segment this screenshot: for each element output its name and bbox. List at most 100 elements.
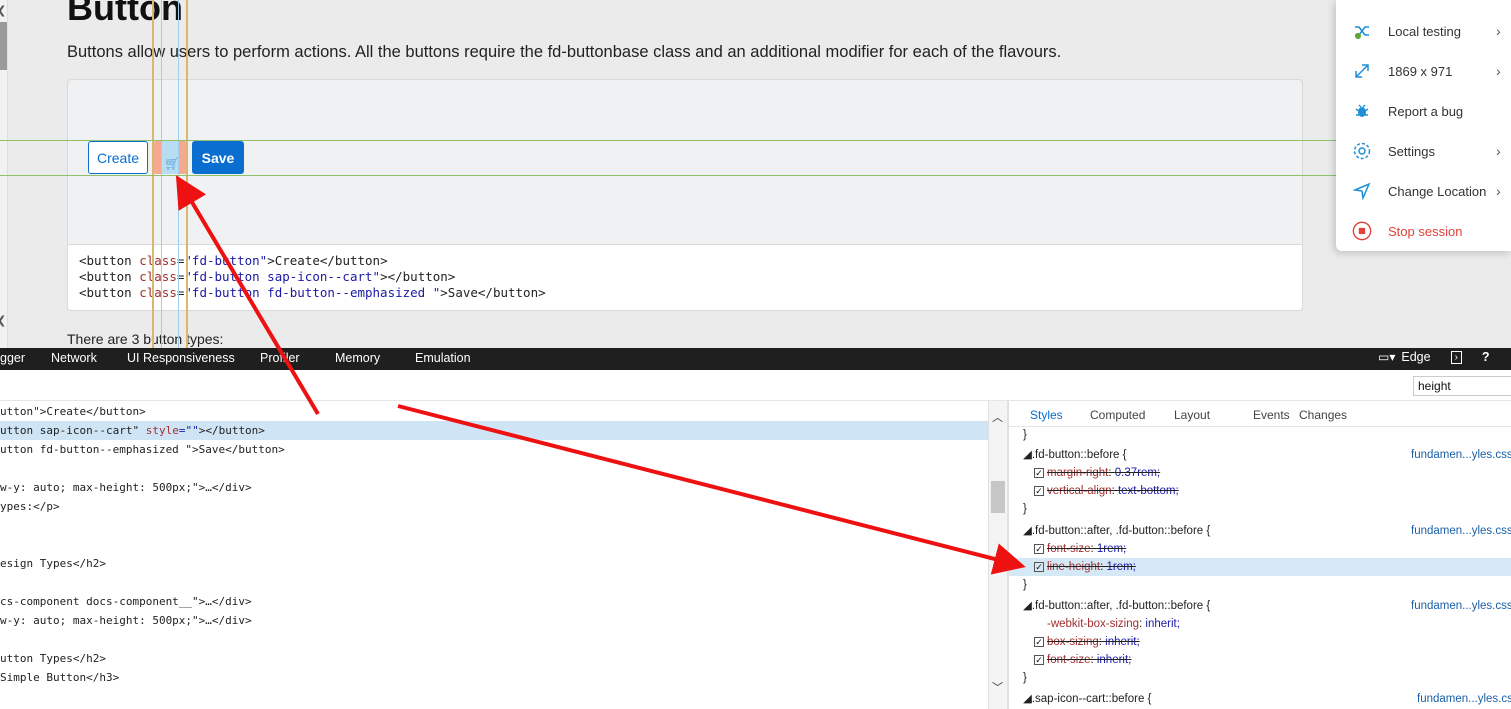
style-rule-line[interactable]: ✓ font-size: inherit; xyxy=(1009,651,1511,669)
style-rule-line[interactable]: ◢.fd-button::after, .fd-button::before {… xyxy=(1009,597,1511,615)
page-description: Buttons allow users to perform actions. … xyxy=(67,43,1062,61)
style-rule-line[interactable]: ✓ box-sizing: inherit; xyxy=(1009,633,1511,651)
tab-events[interactable]: Events xyxy=(1253,408,1290,422)
stylesheet-link[interactable]: fundamen...yles.css xyxy=(1411,522,1511,540)
tab-changes[interactable]: Changes xyxy=(1299,408,1347,422)
dom-text: Simple Button</h3> xyxy=(0,671,120,684)
dom-node-line[interactable]: cs-component docs-component__">…</div> xyxy=(0,592,988,611)
dom-node-line[interactable]: ypes:</p> xyxy=(0,497,988,516)
css-property-name: font-size xyxy=(1047,543,1091,555)
css-property-name: -webkit-box-sizing xyxy=(1047,618,1140,630)
rule-selector: ◢.fd-button::after, .fd-button::before { xyxy=(1023,600,1211,612)
menu-item-report-a-bug[interactable]: Report a bug xyxy=(1336,91,1511,131)
stylesheet-link[interactable]: fundamen...yles.css xyxy=(1411,597,1511,615)
menu-item-label: Settings xyxy=(1388,143,1435,159)
inspector-guide xyxy=(0,140,1340,141)
menu-item-1869-x-971[interactable]: 1869 x 971 › xyxy=(1336,51,1511,91)
left-scroll-strip[interactable]: ❮ ❮ xyxy=(0,0,8,348)
code-value: "fd-button fd-button--emphasized " xyxy=(184,285,441,300)
property-checkbox[interactable]: ✓ xyxy=(1034,562,1044,572)
rule-close-brace: } xyxy=(1023,579,1027,591)
tab-profiler[interactable]: Profiler xyxy=(260,351,300,365)
dom-node-line[interactable]: utton sap-icon--cart" style=""></button> xyxy=(0,421,988,440)
chevron-up-icon[interactable]: ︿ xyxy=(992,409,1003,425)
rule-selector: ◢.fd-button::after, .fd-button::before { xyxy=(1023,525,1211,537)
menu-item-label: Local testing xyxy=(1388,23,1461,39)
css-property-value: inherit; xyxy=(1096,654,1132,666)
shuffle-icon xyxy=(1352,21,1372,41)
cart-button[interactable]: 🛒︎ xyxy=(153,141,187,174)
search-input[interactable] xyxy=(1413,376,1511,396)
style-rule-line[interactable]: -webkit-box-sizing: inherit; xyxy=(1009,615,1511,633)
gear-icon xyxy=(1352,141,1372,161)
tab-debugger[interactable]: gger xyxy=(0,351,25,365)
tab-computed[interactable]: Computed xyxy=(1090,408,1145,422)
dom-node-line[interactable]: utton">Create</button> xyxy=(0,402,988,421)
style-rule-line[interactable]: ✓ font-size: 1rem; xyxy=(1009,540,1511,558)
property-checkbox[interactable]: ✓ xyxy=(1034,637,1044,647)
tab-ui-responsiveness[interactable]: UI Responsiveness xyxy=(127,351,235,365)
scroll-thumb[interactable] xyxy=(0,22,7,70)
create-button[interactable]: Create xyxy=(88,141,148,174)
code-tag: <button xyxy=(79,253,140,268)
inspector-guide xyxy=(161,0,162,348)
dom-node-line[interactable] xyxy=(0,516,988,535)
css-property: font-size: 1rem; xyxy=(1047,540,1126,558)
stylesheet-link[interactable]: fundamen...yles.css xyxy=(1411,446,1511,464)
chevron-down-icon[interactable]: ﹀ xyxy=(992,679,1003,695)
menu-item-change-location[interactable]: Change Location › xyxy=(1336,171,1511,211)
tab-network[interactable]: Network xyxy=(51,351,97,365)
dom-text: w-y: auto; max-height: 500px;">…</div> xyxy=(0,481,252,494)
page-title: Button xyxy=(67,0,183,28)
menu-item-local-testing[interactable]: Local testing › xyxy=(1336,11,1511,51)
tab-memory[interactable]: Memory xyxy=(335,351,380,365)
property-checkbox[interactable]: ✓ xyxy=(1034,468,1044,478)
scroll-thumb[interactable] xyxy=(991,481,1005,513)
example-preview-box xyxy=(67,79,1303,245)
property-checkbox[interactable]: ✓ xyxy=(1034,544,1044,554)
stop-icon xyxy=(1352,221,1372,241)
menu-item-stop-session[interactable]: Stop session xyxy=(1336,211,1511,251)
save-button[interactable]: Save xyxy=(192,141,244,174)
style-rule-line[interactable]: ◢.sap-icon--cart::before {fundamen...yle… xyxy=(1009,690,1511,708)
dom-node-line[interactable]: utton fd-button--emphasized ">Save</butt… xyxy=(0,440,988,459)
dom-node-line[interactable]: w-y: auto; max-height: 500px;">…</div> xyxy=(0,611,988,630)
style-rule-line: } xyxy=(1009,500,1511,518)
console-icon[interactable]: › xyxy=(1450,350,1462,364)
tab-layout[interactable]: Layout xyxy=(1174,408,1210,422)
style-rule-line[interactable]: ◢.fd-button::after, .fd-button::before {… xyxy=(1009,522,1511,540)
css-property-value: 1rem; xyxy=(1106,561,1136,573)
style-rule-line[interactable]: ✓ line-height: 1rem; xyxy=(1009,558,1511,576)
css-property-value: 0.37rem; xyxy=(1114,467,1161,479)
browser-mode-label[interactable]: Edge xyxy=(1401,350,1430,364)
style-rule-line[interactable]: ✓ margin-right: 0.37rem; xyxy=(1009,464,1511,482)
dom-node-line[interactable] xyxy=(0,535,988,554)
property-checkbox[interactable]: ✓ xyxy=(1034,486,1044,496)
dom-node-line[interactable] xyxy=(0,459,988,478)
dom-node-line[interactable]: esign Types</h2> xyxy=(0,554,988,573)
tab-styles[interactable]: Styles xyxy=(1030,408,1063,422)
menu-item-settings[interactable]: Settings › xyxy=(1336,131,1511,171)
property-checkbox[interactable]: ✓ xyxy=(1034,655,1044,665)
help-icon[interactable]: ? xyxy=(1482,350,1490,364)
menu-item-label: Report a bug xyxy=(1388,103,1464,119)
bug-icon xyxy=(1352,101,1372,121)
dom-node-line[interactable] xyxy=(0,630,988,649)
chevron-down-icon[interactable]: ❮ xyxy=(0,314,6,327)
dom-node-line[interactable]: Simple Button</h3> xyxy=(0,668,988,687)
code-line: <button class="fd-button fd-button--emph… xyxy=(79,285,1291,301)
dom-node-line[interactable]: utton Types</h2> xyxy=(0,649,988,668)
dom-scrollbar[interactable]: ︿ ﹀ xyxy=(988,401,1007,709)
expand-icon xyxy=(1352,61,1372,81)
code-line: <button class="fd-button sap-icon--cart"… xyxy=(79,269,1291,285)
tab-emulation[interactable]: Emulation xyxy=(415,351,471,365)
location-icon xyxy=(1352,181,1372,201)
chevron-up-icon[interactable]: ❮ xyxy=(0,4,6,17)
dom-node-line[interactable] xyxy=(0,573,988,592)
style-rule-line[interactable]: ◢.fd-button::before {fundamen...yles.css xyxy=(1009,446,1511,464)
style-rule-line: } xyxy=(1009,426,1511,444)
dom-node-line[interactable]: w-y: auto; max-height: 500px;">…</div> xyxy=(0,478,988,497)
emulation-device-icon[interactable]: ▭▾ xyxy=(1378,350,1395,364)
stylesheet-link[interactable]: fundamen...yles.css xyxy=(1417,690,1511,708)
style-rule-line[interactable]: ✓ vertical-align: text-bottom; xyxy=(1009,482,1511,500)
